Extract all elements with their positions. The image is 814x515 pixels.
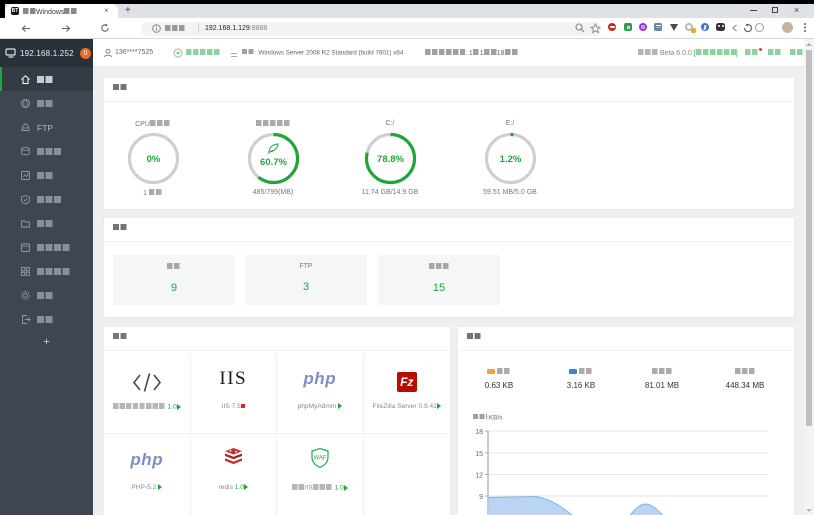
svg-text:12: 12	[475, 473, 483, 480]
svg-text:18: 18	[475, 429, 483, 436]
svg-text:WAF: WAF	[313, 456, 326, 462]
svg-text:9: 9	[479, 494, 483, 501]
svg-text:15: 15	[475, 451, 483, 458]
